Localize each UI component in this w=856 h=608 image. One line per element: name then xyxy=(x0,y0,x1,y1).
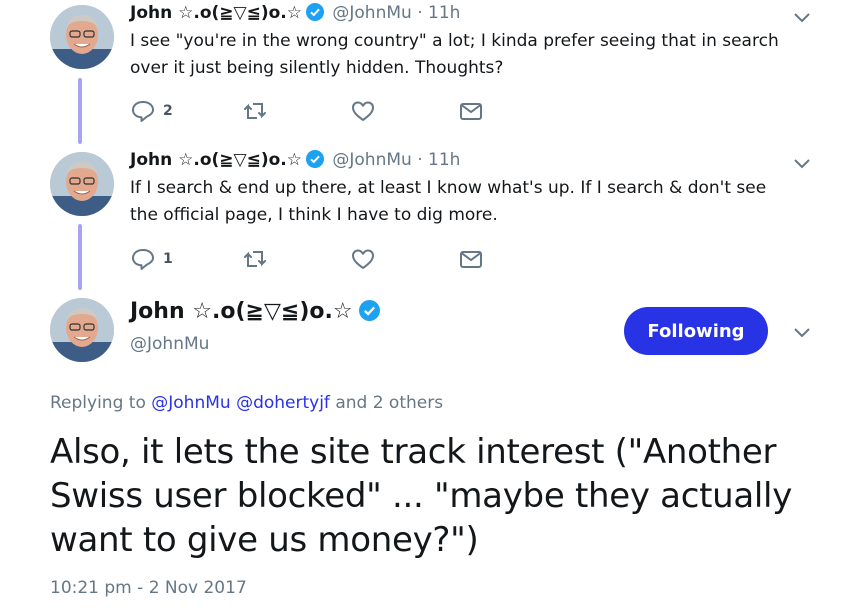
thread-line xyxy=(78,78,82,144)
chevron-down-icon[interactable] xyxy=(792,9,812,23)
mention-link[interactable]: @dohertyjf xyxy=(236,393,330,413)
tweet-header: John ☆.o(≧▽≦)o.☆ @JohnMu · 11h xyxy=(130,150,460,170)
separator-dot: · xyxy=(417,3,423,23)
main-tweet-text: Also, it lets the site track interest ("… xyxy=(50,432,793,560)
tweet-text: I see "you're in the wrong country" a lo… xyxy=(130,31,779,78)
reply-button[interactable]: 2 xyxy=(130,98,173,124)
message-icon xyxy=(458,99,484,123)
reply-button[interactable]: 1 xyxy=(130,246,173,272)
verified-badge-icon xyxy=(358,300,380,321)
like-button[interactable] xyxy=(350,98,376,124)
reply-icon xyxy=(130,247,156,271)
replying-prefix: Replying to xyxy=(50,393,146,413)
display-name[interactable]: John ☆.o(≧▽≦)o.☆ xyxy=(130,3,302,23)
display-name[interactable]: John ☆.o(≧▽≦)o.☆ xyxy=(130,299,353,324)
main-display-name[interactable]: John ☆.o(≧▽≦)o.☆ xyxy=(130,299,383,324)
chevron-down-icon[interactable] xyxy=(792,155,812,169)
replying-others[interactable]: and 2 others xyxy=(335,393,443,413)
like-icon xyxy=(350,99,376,123)
message-button[interactable] xyxy=(458,98,484,124)
following-button[interactable]: Following xyxy=(624,307,768,355)
reply-count: 2 xyxy=(163,103,173,119)
retweet-icon xyxy=(242,99,268,123)
verified-badge-icon xyxy=(305,3,324,21)
retweet-button[interactable] xyxy=(242,246,268,272)
retweet-button[interactable] xyxy=(242,98,268,124)
like-icon xyxy=(350,247,376,271)
handle[interactable]: @JohnMu xyxy=(130,334,209,354)
message-button[interactable] xyxy=(458,246,484,272)
verified-badge-icon xyxy=(305,150,324,168)
thread-line xyxy=(78,224,82,290)
avatar[interactable] xyxy=(50,5,114,69)
separator-dot: · xyxy=(417,150,423,170)
replying-to: Replying to @JohnMu @dohertyjf and 2 oth… xyxy=(50,393,443,413)
retweet-icon xyxy=(242,247,268,271)
like-button[interactable] xyxy=(350,246,376,272)
reply-count: 1 xyxy=(163,251,173,267)
tweet-time[interactable]: 11h xyxy=(428,3,460,23)
chevron-down-icon[interactable] xyxy=(792,324,812,338)
tweet-header: John ☆.o(≧▽≦)o.☆ @JohnMu · 11h xyxy=(130,3,460,23)
avatar[interactable] xyxy=(50,152,114,216)
tweet-time[interactable]: 11h xyxy=(428,150,460,170)
tweet-timestamp[interactable]: 10:21 pm - 2 Nov 2017 xyxy=(50,578,247,598)
message-icon xyxy=(458,247,484,271)
tweet-text: If I search & end up there, at least I k… xyxy=(130,178,767,225)
handle[interactable]: @JohnMu xyxy=(332,150,411,170)
mention-link[interactable]: @JohnMu xyxy=(151,393,230,413)
reply-icon xyxy=(130,99,156,123)
display-name[interactable]: John ☆.o(≧▽≦)o.☆ xyxy=(130,150,302,170)
avatar[interactable] xyxy=(50,298,114,362)
handle[interactable]: @JohnMu xyxy=(332,3,411,23)
